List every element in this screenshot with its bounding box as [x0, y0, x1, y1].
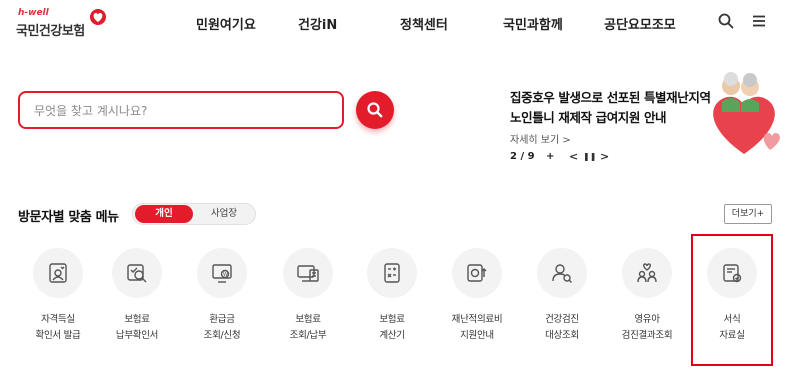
menu-item-payment-confirm[interactable]: 보험료 납부확인서: [97, 248, 177, 358]
nav-item-with-people[interactable]: 국민과함께: [503, 14, 563, 33]
section-title: 방문자별 맞춤 메뉴: [18, 210, 119, 225]
search-input[interactable]: [34, 101, 324, 121]
pause-icon[interactable]: ❚❚: [583, 152, 596, 161]
search-icon: [367, 102, 383, 118]
menu-label: 건강검진 대상조회: [545, 314, 579, 341]
menu-icon-bg: [537, 248, 587, 298]
calculator-icon: [384, 263, 400, 283]
menu-label: 영유아 검진결과조회: [621, 314, 673, 341]
computer-bill-icon: [297, 265, 319, 282]
pager-count: 2 / 9: [510, 151, 535, 162]
menu-icon-bg: [367, 248, 417, 298]
pager-plus-button[interactable]: +: [546, 151, 554, 162]
toggle-personal[interactable]: 개인: [135, 205, 193, 223]
menu-item-premium-inquiry[interactable]: 보험료 조회/납부: [268, 248, 348, 358]
nav-item-health-in[interactable]: 건강iN: [298, 14, 337, 33]
menu-item-calculator[interactable]: 보험료 계산기: [352, 248, 432, 358]
prev-icon[interactable]: <: [569, 150, 578, 163]
visitor-type-toggle: 개인 사업장: [132, 203, 256, 225]
elderly-couple-heart-illustration: [713, 72, 780, 154]
more-button[interactable]: 더보기+: [724, 204, 772, 224]
family-heart-icon: [637, 263, 657, 283]
notice-title[interactable]: 집중호우 발생으로 선포된 특별재난지역 노인틀니 재제작 급여지원 안내: [510, 88, 720, 128]
logo-subtitle: h-well: [18, 8, 49, 18]
menu-item-disaster-medical[interactable]: 재난적의료비 지원안내: [437, 248, 517, 358]
menu-icon-bg: W: [197, 248, 247, 298]
nav-item-civil[interactable]: 민원여기요: [196, 14, 256, 33]
menu-item-refund[interactable]: W 환급금 조회/신청: [182, 248, 262, 358]
menu-item-health-checkup[interactable]: 건강검진 대상조회: [522, 248, 602, 358]
nav-item-policy-center[interactable]: 정책센터: [400, 14, 448, 33]
menu-icon-bg: [452, 248, 502, 298]
highlight-box: [691, 234, 773, 366]
monitor-won-icon: W: [212, 264, 232, 283]
svg-text:W: W: [223, 272, 228, 278]
notice-pager: 2 / 9 +: [510, 151, 554, 162]
logo[interactable]: h-well 국민건강보험: [16, 6, 116, 46]
menu-label: 보험료 조회/납부: [289, 314, 327, 341]
document-search-icon: [127, 264, 147, 283]
logo-heart-icon: [90, 9, 106, 25]
menu-icon-bg: [622, 248, 672, 298]
menu-label: 환급금 조회/신청: [203, 314, 241, 341]
search-icon[interactable]: [717, 12, 735, 30]
hamburger-menu-icon[interactable]: [750, 12, 768, 30]
menu-label: 보험료 계산기: [379, 314, 405, 341]
menu-icon-bg: [33, 248, 83, 298]
search-box: [18, 91, 344, 129]
id-card-heart-icon: [49, 263, 67, 283]
menu-icon-bg: [112, 248, 162, 298]
nav-item-about[interactable]: 공단요모조모: [604, 14, 676, 33]
menu-item-infant-checkup[interactable]: 영유아 검진결과조회: [607, 248, 687, 358]
menu-label: 재난적의료비 지원안내: [451, 314, 503, 341]
menu-item-qualification[interactable]: 자격득실 확인서 발급: [18, 248, 98, 358]
menu-label: 보험료 납부확인서: [115, 314, 159, 341]
menu-icon-bg: [283, 248, 333, 298]
search-button[interactable]: [356, 91, 394, 129]
menu-label: 자격득실 확인서 발급: [35, 314, 81, 341]
card-won-up-icon: [467, 264, 487, 282]
logo-title: 국민건강보험: [16, 24, 85, 39]
person-search-icon: [552, 264, 572, 283]
toggle-business[interactable]: 사업장: [195, 205, 253, 223]
notice-more-link[interactable]: 자세히 보기 >: [510, 131, 571, 146]
next-icon[interactable]: >: [600, 150, 609, 163]
